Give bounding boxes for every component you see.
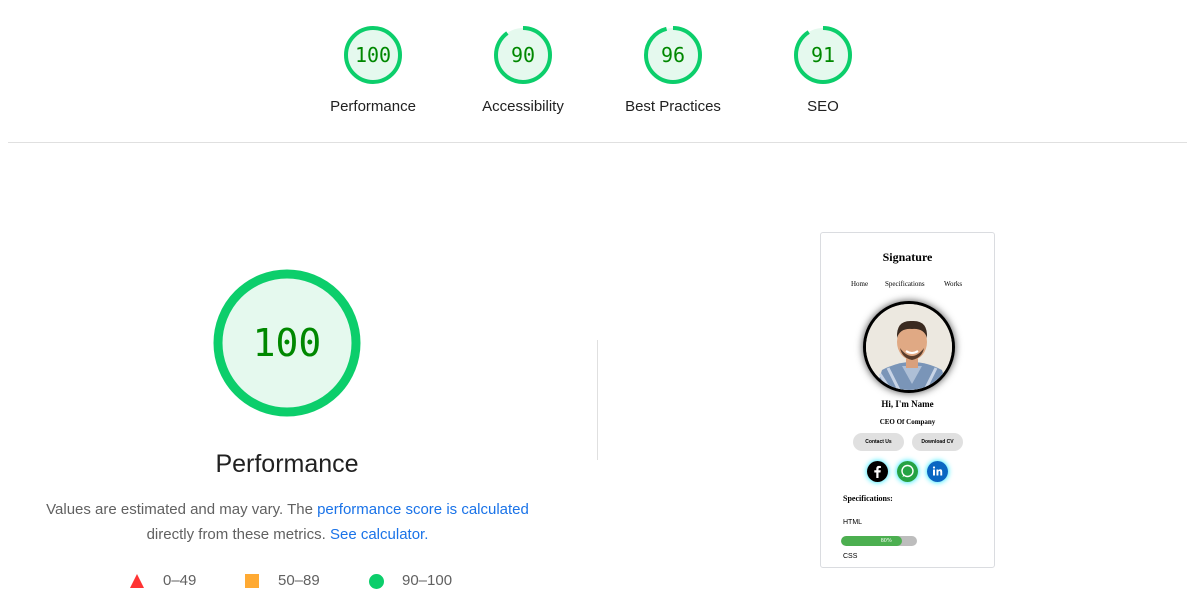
performance-title: Performance xyxy=(215,450,359,478)
gauge-accessibility[interactable]: 90 Accessibility xyxy=(463,24,583,115)
gauge-label: Performance xyxy=(330,98,416,115)
facebook-icon[interactable] xyxy=(867,461,888,482)
whatsapp-icon[interactable] xyxy=(897,461,918,482)
legend-average-label: 50–89 xyxy=(278,572,320,589)
gauge-best-practices[interactable]: 96 Best Practices xyxy=(613,24,733,115)
nav-home: Home xyxy=(851,280,869,288)
person-photo-icon xyxy=(866,304,952,390)
gauge-score: 96 xyxy=(661,43,685,67)
category-gauges: 100 Performance 90 Accessibility 96 Best… xyxy=(0,24,1193,124)
desc-text: Values are estimated and may vary. The xyxy=(46,501,318,518)
gauge-ring: 100 xyxy=(344,26,402,84)
hero-name: Hi, I'm Name xyxy=(881,399,934,409)
gauge-label: Best Practices xyxy=(625,98,721,115)
gauge-score: 90 xyxy=(511,43,535,67)
see-calculator-link[interactable]: See calculator. xyxy=(330,526,428,543)
pass-circle-icon xyxy=(369,574,384,589)
hero-role: CEO Of Company xyxy=(879,418,936,426)
legend-pass-label: 90–100 xyxy=(402,572,453,589)
nav-works: Works xyxy=(944,280,963,288)
gauge-label: Accessibility xyxy=(482,98,564,115)
final-screenshot[interactable]: Signature Home Specifications Works Hi, … xyxy=(820,232,995,568)
specifications-heading: Specifications: xyxy=(843,494,893,503)
fail-triangle-icon xyxy=(130,574,144,588)
average-square-icon xyxy=(245,574,259,588)
skill-html-label: HTML xyxy=(843,519,863,526)
gauge-ring: 90 xyxy=(494,26,552,84)
skill-html-progress: 80% xyxy=(841,536,917,546)
gauge-seo[interactable]: 91 SEO xyxy=(763,24,883,115)
profile-avatar xyxy=(863,301,955,393)
performance-main-gauge: 100 xyxy=(213,269,361,417)
section-divider xyxy=(597,340,598,460)
gauge-score: 91 xyxy=(811,43,835,67)
performance-main-score: 100 xyxy=(253,321,322,365)
download-cv-button[interactable]: Download CV xyxy=(912,433,963,451)
gauge-label: SEO xyxy=(807,98,839,115)
desc-text-2: directly from these metrics. xyxy=(146,526,330,543)
header-divider xyxy=(8,142,1187,143)
gauge-ring: 91 xyxy=(794,26,852,84)
site-title: Signature xyxy=(882,250,933,264)
gauge-performance[interactable]: 100 Performance xyxy=(313,24,433,115)
gauge-score: 100 xyxy=(355,43,391,67)
skill-css-label: CSS xyxy=(843,553,858,560)
score-calculated-link[interactable]: performance score is calculated xyxy=(317,501,529,518)
nav-specifications: Specifications xyxy=(885,280,925,288)
performance-description: Values are estimated and may vary. The p… xyxy=(30,497,545,547)
legend-fail-label: 0–49 xyxy=(163,572,197,589)
gauge-ring: 96 xyxy=(644,26,702,84)
skill-html-progress-fill: 80% xyxy=(841,536,902,546)
contact-us-button[interactable]: Contact Us xyxy=(853,433,904,451)
linkedin-icon[interactable] xyxy=(927,461,948,482)
